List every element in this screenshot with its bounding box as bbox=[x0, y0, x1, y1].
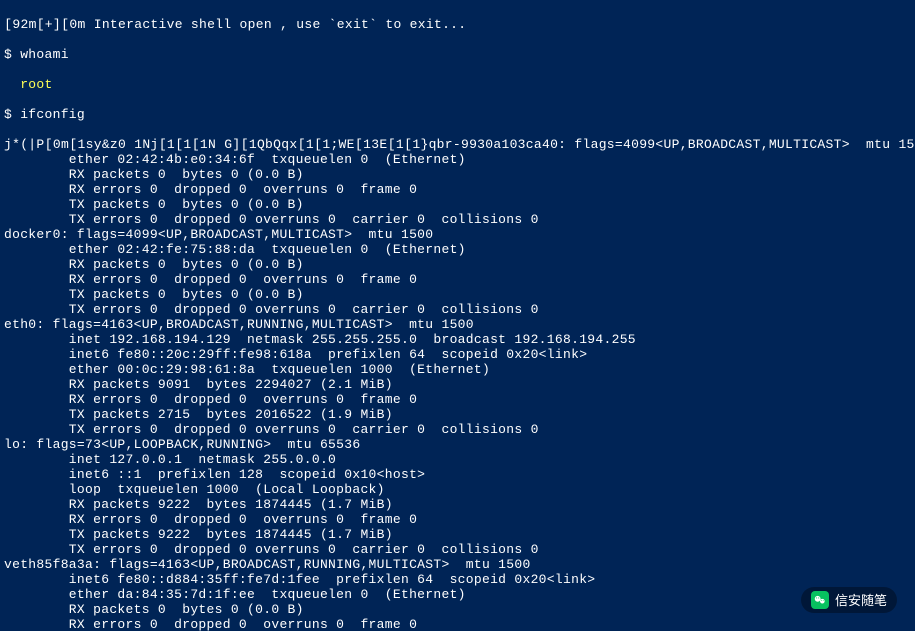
iface-header: lo: flags=73<UP,LOOPBACK,RUNNING> mtu 65… bbox=[4, 437, 911, 452]
iface-detail: TX packets 9222 bytes 1874445 (1.7 MiB) bbox=[4, 527, 911, 542]
iface-detail: inet6 fe80::d884:35ff:fe7d:1fee prefixle… bbox=[4, 572, 911, 587]
iface-detail: TX packets 0 bytes 0 (0.0 B) bbox=[4, 287, 911, 302]
iface-detail: ether da:84:35:7d:1f:ee txqueuelen 0 (Et… bbox=[4, 587, 911, 602]
iface-detail: RX errors 0 dropped 0 overruns 0 frame 0 bbox=[4, 182, 911, 197]
iface-detail: ether 02:42:fe:75:88:da txqueuelen 0 (Et… bbox=[4, 242, 911, 257]
watermark-text: 信安随笔 bbox=[835, 593, 887, 608]
iface-detail: TX packets 0 bytes 0 (0.0 B) bbox=[4, 197, 911, 212]
iface-detail: inet6 fe80::20c:29ff:fe98:618a prefixlen… bbox=[4, 347, 911, 362]
iface-header: j*(|P[0m[1sy&z0 1Nj[1[1[1N G][1QbQ… bbox=[4, 137, 911, 152]
iface-detail: RX errors 0 dropped 0 overruns 0 frame 0 bbox=[4, 272, 911, 287]
iface-detail: RX packets 0 bytes 0 (0.0 B) bbox=[4, 602, 911, 617]
iface-detail: RX errors 0 dropped 0 overruns 0 frame 0 bbox=[4, 617, 911, 631]
wechat-icon bbox=[811, 591, 829, 609]
iface-detail: RX packets 0 bytes 0 (0.0 B) bbox=[4, 167, 911, 182]
iface-detail: RX errors 0 dropped 0 overruns 0 frame 0 bbox=[4, 512, 911, 527]
iface-detail: ether 02:42:4b:e0:34:6f txqueuelen 0 (Et… bbox=[4, 152, 911, 167]
iface-header: eth0: flags=4163<UP,BROADCAST,RUNNING,MU… bbox=[4, 317, 911, 332]
iface-detail: inet6 ::1 prefixlen 128 scopeid 0x10<hos… bbox=[4, 467, 911, 482]
iface-detail: TX errors 0 dropped 0 overruns 0 carrier… bbox=[4, 212, 911, 227]
iface-detail: RX errors 0 dropped 0 overruns 0 frame 0 bbox=[4, 392, 911, 407]
iface-detail: TX errors 0 dropped 0 overruns 0 carrier… bbox=[4, 542, 911, 557]
iface-detail: RX packets 0 bytes 0 (0.0 B) bbox=[4, 257, 911, 272]
prompt-ifconfig: $ ifconfig bbox=[4, 107, 911, 122]
iface-detail: TX errors 0 dropped 0 overruns 0 carrier… bbox=[4, 422, 911, 437]
watermark: 信安随笔 bbox=[801, 587, 897, 613]
intro-line: [92m[+][0m Interactive shell open , us… bbox=[4, 17, 911, 32]
iface-detail: TX packets 2715 bytes 2016522 (1.9 MiB) bbox=[4, 407, 911, 422]
iface-detail: RX packets 9091 bytes 2294027 (2.1 MiB) bbox=[4, 377, 911, 392]
iface-detail: RX packets 9222 bytes 1874445 (1.7 MiB) bbox=[4, 497, 911, 512]
iface-header: docker0: flags=4099<UP,BROADCAST,MULTICA… bbox=[4, 227, 911, 242]
whoami-result: root bbox=[4, 77, 911, 92]
iface-detail: loop txqueuelen 1000 (Local Loopback) bbox=[4, 482, 911, 497]
iface-header: veth85f8a3a: flags=4163<UP,BROADCAST,RUN… bbox=[4, 557, 911, 572]
iface-detail: ether 00:0c:29:98:61:8a txqueuelen 1000 … bbox=[4, 362, 911, 377]
iface-detail: TX errors 0 dropped 0 overruns 0 carrier… bbox=[4, 302, 911, 317]
prompt-whoami: $ whoami bbox=[4, 47, 911, 62]
iface-detail: inet 192.168.194.129 netmask 255.255.255… bbox=[4, 332, 911, 347]
terminal-output[interactable]: [92m[+][0m Interactive shell open , us… bbox=[0, 0, 915, 631]
iface-detail: inet 127.0.0.1 netmask 255.0.0.0 bbox=[4, 452, 911, 467]
